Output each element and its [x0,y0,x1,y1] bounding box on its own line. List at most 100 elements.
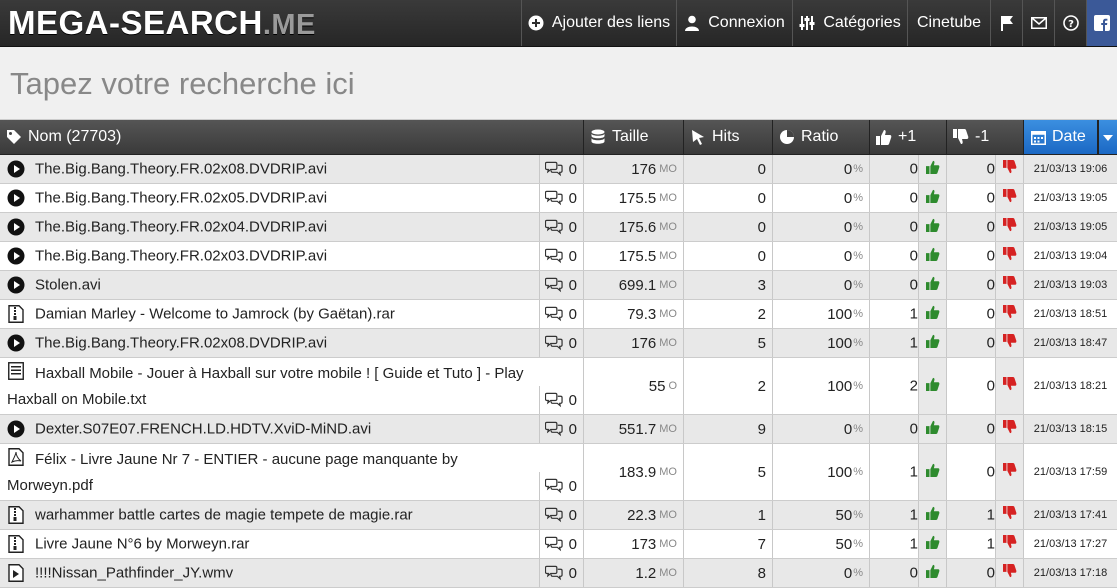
file-name-link[interactable]: Damian Marley - Welcome to Jamrock (by G… [35,306,395,323]
file-name-link[interactable]: Livre Jaune N°6 by Morweyn.rar [35,536,249,553]
comments-button[interactable]: 0 [539,213,583,241]
file-name-link[interactable]: warhammer battle cartes de magie tempete… [35,507,413,524]
upvote-button[interactable] [918,415,946,443]
column-ratio-header[interactable]: Ratio [773,120,870,154]
upvote-count: 0 [909,247,918,265]
upvote-button[interactable] [918,559,946,587]
downvote-count: 0 [986,189,995,207]
contact-button[interactable] [1022,0,1054,46]
downvote-button[interactable] [995,358,1023,414]
comments-button[interactable]: 0 [539,242,583,270]
table-row[interactable]: The.Big.Bang.Theory.FR.02x03.DVDRIP.avi 0… [0,242,1117,271]
table-row[interactable]: The.Big.Bang.Theory.FR.02x08.DVDRIP.avi 0… [0,155,1117,184]
downvote-cell: 0 [947,559,1024,587]
downvote-button[interactable] [995,213,1023,241]
column-minus-header[interactable]: -1 [947,120,1024,154]
file-name-link[interactable]: Dexter.S07E07.FRENCH.LD.HDTV.XviD-MiND.a… [35,421,371,438]
play-circle-icon [7,276,25,294]
upvote-button[interactable] [918,271,946,299]
comments-button[interactable]: 0 [539,415,583,443]
table-row[interactable]: The.Big.Bang.Theory.FR.02x05.DVDRIP.avi 0… [0,184,1117,213]
upvote-button[interactable] [918,184,946,212]
comments-button[interactable]: 0 [539,271,583,299]
downvote-button[interactable] [995,415,1023,443]
table-row[interactable]: !!!!Nissan_Pathfinder_JY.wmv 0 1.2 MO 8 0% 0 0 2… [0,559,1117,588]
downvote-button[interactable] [995,530,1023,558]
comments-button[interactable]: 0 [539,559,583,587]
file-name-link[interactable]: !!!!Nissan_Pathfinder_JY.wmv [35,565,233,582]
svg-text:?: ? [1068,19,1074,30]
login-button[interactable]: Connexion [676,0,792,46]
table-row[interactable]: warhammer battle cartes de magie tempete… [0,501,1117,530]
size-cell: 551.7 MO [584,415,684,443]
file-name-link[interactable]: The.Big.Bang.Theory.FR.02x04.DVDRIP.avi [35,219,327,236]
comments-button[interactable]: 0 [539,472,583,500]
downvote-button[interactable] [995,155,1023,183]
table-row[interactable]: Haxball Mobile - Jouer à Haxball sur vot… [0,358,1117,415]
comments-button[interactable]: 0 [539,501,583,529]
downvote-button[interactable] [995,444,1023,500]
file-name-link[interactable]: Haxball Mobile - Jouer à Haxball sur vot… [7,361,539,413]
downvote-button[interactable] [995,501,1023,529]
upvote-button[interactable] [918,242,946,270]
column-hits-header[interactable]: Hits [684,120,773,154]
file-name-link[interactable]: The.Big.Bang.Theory.FR.02x08.DVDRIP.avi [35,161,327,178]
upvote-button[interactable] [918,358,946,414]
comments-count: 0 [568,564,577,582]
table-row[interactable]: The.Big.Bang.Theory.FR.02x04.DVDRIP.avi 0… [0,213,1117,242]
thumbs-up-icon [925,376,940,396]
site-logo[interactable]: MEGA-SEARCH.ME [8,3,316,43]
hits-cell: 3 [684,271,773,299]
file-name-link[interactable]: Stolen.avi [35,277,101,294]
downvote-button[interactable] [995,329,1023,357]
upvote-button[interactable] [918,501,946,529]
play-circle-icon [7,247,25,265]
table-row[interactable]: Livre Jaune N°6 by Morweyn.rar 0 173 MO 7 50%… [0,530,1117,559]
table-row[interactable]: Dexter.S07E07.FRENCH.LD.HDTV.XviD-MiND.a… [0,415,1117,444]
downvote-button[interactable] [995,300,1023,328]
table-row[interactable]: Damian Marley - Welcome to Jamrock (by G… [0,300,1117,329]
file-name-link[interactable]: The.Big.Bang.Theory.FR.02x03.DVDRIP.avi [35,248,327,265]
downvote-button[interactable] [995,559,1023,587]
upvote-button[interactable] [918,329,946,357]
size-cell: 79.3 MO [584,300,684,328]
upvote-button[interactable] [918,530,946,558]
report-button[interactable] [990,0,1022,46]
hits-value: 5 [757,463,766,481]
file-name-link[interactable]: Félix - Livre Jaune Nr 7 - ENTIER - aucu… [7,447,539,499]
add-links-button[interactable]: Ajouter des liens [521,0,676,46]
downvote-cell: 0 [947,329,1024,357]
column-name-header[interactable]: Nom (27703) [0,120,584,154]
table-row[interactable]: Stolen.avi 0 699.1 MO 3 0% 0 0 21/03/13 19:03 [0,271,1117,300]
file-name-cell: warhammer battle cartes de magie tempete… [0,501,584,529]
search-input[interactable] [0,47,1117,120]
table-row[interactable]: The.Big.Bang.Theory.FR.02x08.DVDRIP.avi 0… [0,329,1117,358]
cinetube-link[interactable]: Cinetube [907,0,990,46]
downvote-button[interactable] [995,242,1023,270]
thumbs-up-icon [925,304,940,324]
column-size-header[interactable]: Taille [584,120,684,154]
comments-button[interactable]: 0 [539,184,583,212]
file-name-link[interactable]: The.Big.Bang.Theory.FR.02x05.DVDRIP.avi [35,190,327,207]
facebook-button[interactable] [1086,0,1117,46]
downvote-button[interactable] [995,271,1023,299]
date-sort-toggle[interactable] [1098,120,1117,154]
table-row[interactable]: Félix - Livre Jaune Nr 7 - ENTIER - aucu… [0,444,1117,501]
upvote-button[interactable] [918,213,946,241]
column-plus-header[interactable]: +1 [870,120,947,154]
upvote-button[interactable] [918,300,946,328]
upvote-cell: 1 [870,501,947,529]
comments-button[interactable]: 0 [539,329,583,357]
comments-button[interactable]: 0 [539,155,583,183]
comments-button[interactable]: 0 [539,386,583,414]
categories-button[interactable]: Catégories [792,0,907,46]
upvote-button[interactable] [918,444,946,500]
size-unit: MO [659,466,677,478]
file-name-link[interactable]: The.Big.Bang.Theory.FR.02x08.DVDRIP.avi [35,335,327,352]
column-date-header[interactable]: Date [1024,120,1098,154]
comments-button[interactable]: 0 [539,300,583,328]
comments-button[interactable]: 0 [539,530,583,558]
upvote-button[interactable] [918,155,946,183]
help-button[interactable]: ? [1054,0,1086,46]
downvote-button[interactable] [995,184,1023,212]
